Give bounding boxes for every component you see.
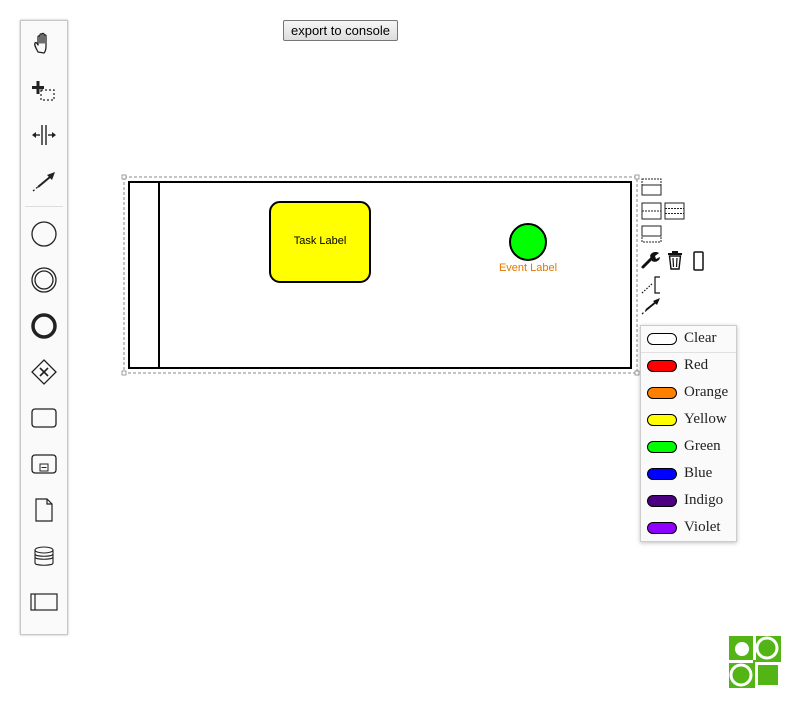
global-connect-tool-icon (32, 172, 55, 192)
set-color-button[interactable] (640, 250, 662, 270)
color-option-label: Green (684, 438, 721, 454)
space-tool[interactable] (21, 115, 67, 155)
event-label: Event Label (498, 262, 558, 274)
participant-icon (30, 593, 58, 611)
color-option-blue[interactable]: Blue (641, 461, 736, 488)
create-exclusive-gateway[interactable] (21, 352, 67, 392)
end-event-icon (31, 313, 57, 339)
lasso-tool[interactable] (21, 69, 67, 109)
color-swatch (647, 495, 677, 507)
hand-tool-icon (34, 32, 47, 54)
color-swatch (647, 360, 677, 372)
color-option-label: Indigo (684, 492, 724, 508)
create-task[interactable] (21, 398, 67, 438)
color-option-yellow[interactable]: Yellow (641, 407, 736, 434)
split-lane-three[interactable] (664, 202, 686, 220)
global-connect-tool[interactable] (21, 161, 67, 201)
color-option-label: Orange (684, 384, 729, 400)
append-lane-below[interactable] (641, 225, 663, 243)
create-participant[interactable] (21, 582, 67, 622)
color-swatch (647, 522, 677, 534)
lane-divide-three-icon (664, 202, 685, 220)
hand-tool[interactable] (21, 24, 67, 64)
color-swatch (647, 468, 677, 480)
color-picker-menu: Clear Red Orange Yellow Green Blue Indig… (640, 325, 737, 542)
text-annotation-icon (641, 276, 660, 294)
data-store-icon (34, 546, 54, 566)
delete-button[interactable] (666, 250, 684, 270)
palette (20, 20, 68, 635)
participant-pool[interactable] (128, 181, 632, 369)
color-swatch (647, 387, 677, 399)
palette-separator (25, 206, 63, 207)
color-option-violet[interactable]: Violet (641, 515, 736, 542)
color-option-orange[interactable]: Orange (641, 380, 736, 407)
lasso-tool-icon (32, 81, 55, 101)
screw-wrench-icon (693, 251, 704, 271)
connection-icon (641, 298, 660, 315)
color-swatch (647, 414, 677, 426)
split-lane-two[interactable] (641, 202, 663, 220)
task-icon (31, 408, 57, 428)
data-object-icon (35, 498, 53, 522)
color-option-clear[interactable]: Clear (641, 326, 736, 353)
create-data-store[interactable] (21, 536, 67, 576)
lane-divide-two-icon (641, 202, 662, 220)
change-shape-button[interactable] (692, 250, 706, 272)
color-option-red[interactable]: Red (641, 353, 736, 380)
color-swatch (647, 333, 677, 345)
exclusive-gateway-icon (31, 359, 57, 385)
lane-insert-below-icon (641, 225, 662, 243)
space-tool-icon (32, 125, 56, 145)
color-swatch (647, 441, 677, 453)
trash-icon (668, 251, 682, 270)
create-end-event[interactable] (21, 306, 67, 346)
task-label: Task Label (293, 235, 347, 247)
color-option-indigo[interactable]: Indigo (641, 488, 736, 515)
start-event-shape[interactable] (509, 223, 547, 261)
logo-icon[interactable] (729, 636, 781, 688)
wrench-icon (641, 252, 660, 269)
intermediate-event-icon (31, 267, 57, 293)
color-option-label: Violet (684, 519, 721, 535)
create-subprocess[interactable] (21, 444, 67, 484)
color-option-label: Blue (684, 465, 713, 481)
color-option-green[interactable]: Green (641, 434, 736, 461)
connect-button[interactable] (640, 296, 662, 316)
create-data-object[interactable] (21, 490, 67, 530)
append-text-annotation[interactable] (640, 275, 662, 295)
create-intermediate-event[interactable] (21, 260, 67, 300)
lane-insert-above-icon (641, 178, 662, 196)
color-option-label: Clear (684, 330, 717, 346)
color-option-label: Red (684, 357, 709, 373)
create-start-event[interactable] (21, 214, 67, 254)
subprocess-icon (31, 454, 57, 474)
append-lane-above[interactable] (641, 178, 663, 196)
color-option-label: Yellow (684, 411, 727, 427)
start-event-icon (31, 221, 57, 247)
